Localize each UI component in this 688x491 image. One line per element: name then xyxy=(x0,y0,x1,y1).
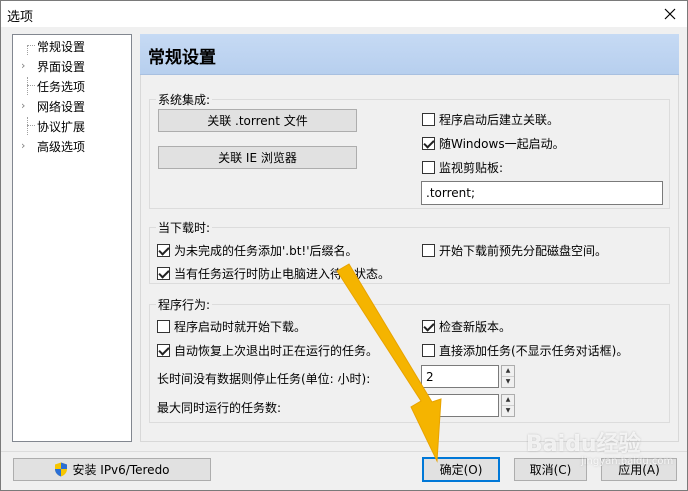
checkbox-box[interactable] xyxy=(422,161,435,174)
spin-down-icon[interactable]: ▼ xyxy=(502,406,514,417)
idle-stop-input[interactable]: 2 xyxy=(421,365,499,388)
window-title: 选项 xyxy=(7,10,34,25)
page-title: 常规设置 xyxy=(148,48,216,68)
checkbox-box[interactable] xyxy=(157,244,170,257)
checkbox-label: 自动恢复上次退出时正在运行的任务。 xyxy=(174,344,379,358)
tree-item-network[interactable]: › 网络设置 xyxy=(13,97,131,115)
checkbox-label: 开始下载前预先分配磁盘空间。 xyxy=(439,244,608,258)
title-bar: 选项 xyxy=(1,1,687,27)
tree-item-tasks[interactable]: 任务选项 xyxy=(13,77,131,95)
group-label: 当下载时: xyxy=(156,219,213,236)
checkbox-box[interactable] xyxy=(422,137,435,150)
idle-stop-spinner[interactable]: ▲ ▼ xyxy=(501,365,515,388)
max-tasks-label: 最大同时运行的任务数: xyxy=(157,401,282,415)
group-label: 程序行为: xyxy=(156,296,213,313)
max-tasks-spinner[interactable]: ▲ ▼ xyxy=(501,394,515,417)
check-new-version-checkbox[interactable]: 检查新版本。 xyxy=(422,318,511,335)
checkbox-box[interactable] xyxy=(422,344,435,357)
chevron-right-icon[interactable]: › xyxy=(21,60,25,72)
group-label: 系统集成: xyxy=(156,91,213,108)
checkbox-label: 直接添加任务(不显示任务对话框)。 xyxy=(439,344,629,358)
add-task-directly-checkbox[interactable]: 直接添加任务(不显示任务对话框)。 xyxy=(422,342,628,359)
checkbox-label: 检查新版本。 xyxy=(439,320,512,334)
monitor-clipboard-checkbox[interactable]: 监视剪贴板: xyxy=(422,159,503,176)
checkbox-box[interactable] xyxy=(422,244,435,257)
max-tasks-input[interactable]: 5 xyxy=(421,394,499,417)
checkbox-label: 程序启动后建立关联。 xyxy=(439,113,560,127)
options-window: 选项 常规设置 › 界面设置 任务选项 › 网络设置 协议扩展 › 高级选项 常… xyxy=(0,0,688,491)
tree-item-label: 协议扩展 xyxy=(37,119,86,134)
build-assoc-checkbox[interactable]: 程序启动后建立关联。 xyxy=(422,111,559,128)
checkbox-box[interactable] xyxy=(422,113,435,126)
ok-button[interactable]: 确定(O) xyxy=(422,457,500,482)
install-ipv6-button[interactable]: 安装 IPv6/Teredo xyxy=(13,458,211,481)
checkbox-label: 当有任务运行时防止电脑进入待机状态。 xyxy=(174,267,391,281)
checkbox-box[interactable] xyxy=(157,267,170,280)
idle-stop-label: 长时间没有数据则停止任务(单位: 小时): xyxy=(157,372,371,386)
spin-down-icon[interactable]: ▼ xyxy=(502,377,514,388)
chevron-right-icon[interactable]: › xyxy=(21,100,25,112)
checkbox-box[interactable] xyxy=(157,344,170,357)
button-label: 安装 IPv6/Teredo xyxy=(72,463,170,477)
prevent-standby-checkbox[interactable]: 当有任务运行时防止电脑进入待机状态。 xyxy=(157,265,390,282)
uac-shield-icon xyxy=(55,462,68,477)
tree-item-advanced[interactable]: › 高级选项 xyxy=(13,137,131,155)
assoc-ie-button[interactable]: 关联 IE 浏览器 xyxy=(158,146,357,169)
when-downloading-group: 当下载时: 为未完成的任务添加'.bt!'后缀名。 开始下载前预先分配磁盘空间。… xyxy=(149,219,670,284)
tree-item-protocol[interactable]: 协议扩展 xyxy=(13,117,131,135)
system-integration-group: 系统集成: 关联 .torrent 文件 关联 IE 浏览器 程序启动后建立关联… xyxy=(149,91,670,209)
add-bt-suffix-checkbox[interactable]: 为未完成的任务添加'.bt!'后缀名。 xyxy=(157,242,358,259)
auto-resume-checkbox[interactable]: 自动恢复上次退出时正在运行的任务。 xyxy=(157,342,378,359)
checkbox-label: 程序启动时就开始下载。 xyxy=(174,320,307,334)
spin-up-icon[interactable]: ▲ xyxy=(502,395,514,406)
tree-item-interface[interactable]: › 界面设置 xyxy=(13,57,131,75)
checkbox-box[interactable] xyxy=(422,320,435,333)
close-icon xyxy=(664,8,676,20)
program-behavior-group: 程序行为: 程序启动时就开始下载。 检查新版本。 自动恢复上次退出时正在运行的任… xyxy=(149,296,670,423)
settings-tree: 常规设置 › 界面设置 任务选项 › 网络设置 协议扩展 › 高级选项 xyxy=(12,34,132,442)
prealloc-disk-checkbox[interactable]: 开始下载前预先分配磁盘空间。 xyxy=(422,242,607,259)
tree-item-label: 任务选项 xyxy=(37,79,86,94)
checkbox-label: 为未完成的任务添加'.bt!'后缀名。 xyxy=(174,244,358,258)
watermark-brand: Baidu经验 xyxy=(526,432,641,457)
start-download-checkbox[interactable]: 程序启动时就开始下载。 xyxy=(157,318,306,335)
tree-item-label: 界面设置 xyxy=(37,59,86,74)
content-panel: 系统集成: 关联 .torrent 文件 关联 IE 浏览器 程序启动后建立关联… xyxy=(140,75,679,442)
chevron-right-icon[interactable]: › xyxy=(21,140,25,152)
start-with-windows-checkbox[interactable]: 随Windows一起启动。 xyxy=(422,135,565,152)
close-button[interactable] xyxy=(657,1,683,27)
checkbox-label: 监视剪贴板: xyxy=(439,161,504,175)
tree-item-label: 高级选项 xyxy=(37,139,86,154)
cancel-button[interactable]: 取消(C) xyxy=(514,458,587,481)
tree-item-general[interactable]: 常规设置 xyxy=(13,37,131,55)
page-header: 常规设置 xyxy=(140,34,679,75)
clipboard-extensions-input[interactable]: .torrent; xyxy=(421,181,663,205)
tree-item-label: 网络设置 xyxy=(37,99,86,114)
watermark-url: jingyan.baidu.com xyxy=(581,456,674,467)
checkbox-box[interactable] xyxy=(157,320,170,333)
checkbox-label: 随Windows一起启动。 xyxy=(439,137,565,151)
spin-up-icon[interactable]: ▲ xyxy=(502,366,514,377)
tree-item-label: 常规设置 xyxy=(37,39,86,54)
assoc-torrent-button[interactable]: 关联 .torrent 文件 xyxy=(158,109,357,132)
